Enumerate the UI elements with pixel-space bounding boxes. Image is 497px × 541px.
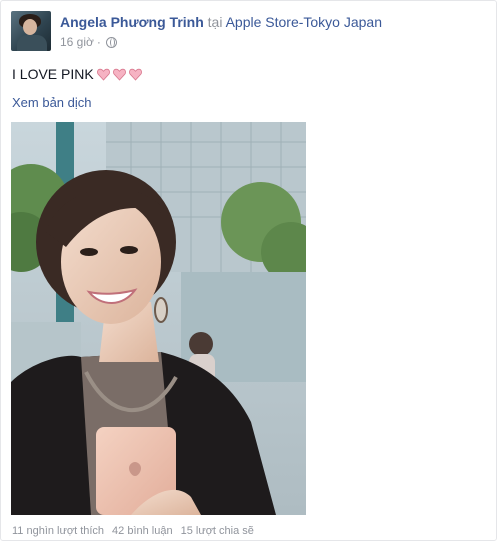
author-avatar[interactable] bbox=[11, 11, 51, 51]
globe-icon[interactable] bbox=[105, 36, 117, 48]
status-text: I LOVE PINK bbox=[12, 66, 142, 82]
see-translation-link[interactable]: Xem bản dịch bbox=[12, 95, 92, 110]
pink-heart-icon bbox=[128, 68, 142, 81]
post-card: Angela Phương Trinh tại Apple Store-Toky… bbox=[0, 0, 497, 541]
location-link[interactable]: Apple Store-Tokyo Japan bbox=[226, 14, 382, 30]
meta-separator: · bbox=[96, 35, 101, 49]
timestamp-link[interactable]: 16 giờ bbox=[60, 35, 94, 49]
post-header: Angela Phương Trinh tại Apple Store-Toky… bbox=[60, 14, 382, 30]
shares-count-link[interactable]: 15 lượt chia sẽ bbox=[181, 525, 254, 537]
pink-heart-icon bbox=[96, 68, 110, 81]
author-name-link[interactable]: Angela Phương Trinh bbox=[60, 14, 204, 30]
pink-heart-icon bbox=[112, 68, 126, 81]
likes-count-link[interactable]: 11 nghìn lượt thích bbox=[12, 525, 104, 537]
post-photo[interactable] bbox=[11, 122, 306, 515]
post-meta: 16 giờ · bbox=[60, 35, 117, 49]
comments-count-link[interactable]: 42 bình luận bbox=[112, 525, 173, 537]
location-prefix: tại bbox=[207, 14, 223, 30]
status-message: I LOVE PINK bbox=[12, 66, 94, 82]
post-stats: 11 nghìn lượt thích 42 bình luận 15 lượt… bbox=[12, 525, 254, 537]
